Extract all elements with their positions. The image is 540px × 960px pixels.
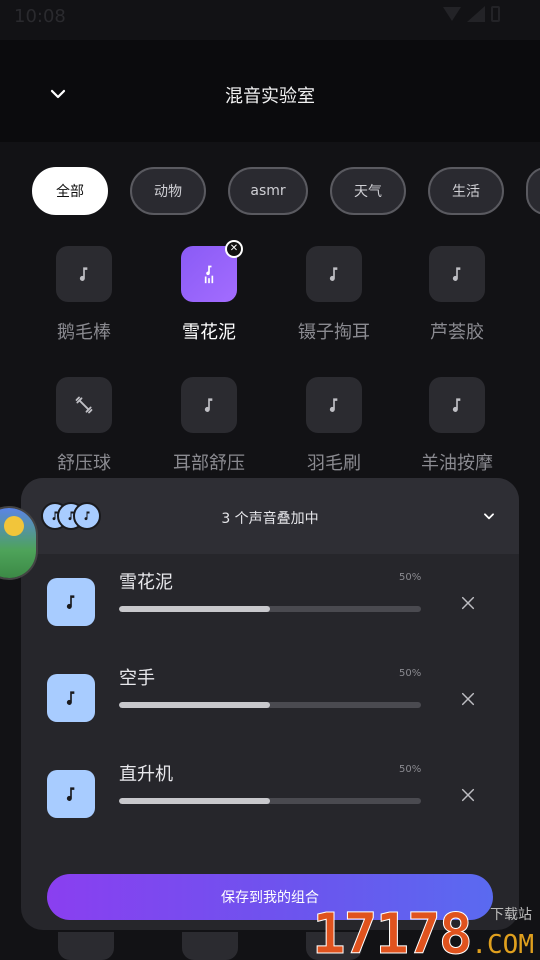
- music-note-icon: [204, 398, 213, 412]
- category-chips: 全部 动物 asmr 天气 生活: [32, 167, 540, 215]
- track-volume-label: 50%: [399, 668, 422, 679]
- sound-label: 镊子掏耳: [298, 322, 370, 343]
- signal-icon: [467, 6, 485, 22]
- sound-item[interactable]: 芦荟胶: [397, 246, 517, 344]
- sun-icon: [4, 516, 24, 536]
- sound-tile[interactable]: [306, 377, 362, 433]
- site-watermark: 17178 下载站 .COM: [302, 900, 534, 960]
- sound-label: 羊油按摩: [421, 453, 493, 474]
- chip-life[interactable]: 生活: [428, 167, 504, 215]
- music-note-icon: [79, 267, 88, 281]
- volume-slider-fill: [119, 798, 270, 804]
- mixer-panel-header[interactable]: 3 个声音叠加中: [21, 478, 519, 554]
- music-note-bars-icon: [204, 265, 214, 284]
- volume-slider[interactable]: [119, 798, 421, 804]
- dumbbell-icon: [75, 396, 93, 414]
- sound-tile[interactable]: [56, 246, 112, 302]
- sound-label: 鹅毛棒: [57, 322, 111, 343]
- watermark-download: 下载站: [490, 907, 532, 923]
- sound-label: 舒压球: [57, 453, 111, 474]
- sound-item[interactable]: 鹅毛棒: [24, 246, 144, 344]
- sound-tile[interactable]: [56, 377, 112, 433]
- sound-tile[interactable]: [429, 377, 485, 433]
- chip-more[interactable]: [526, 167, 540, 215]
- mix-track: 空手 50%: [21, 668, 519, 770]
- track-name: 直升机: [119, 764, 173, 785]
- sound-label: 羽毛刷: [307, 453, 361, 474]
- music-note-icon: [452, 267, 461, 281]
- volume-slider[interactable]: [119, 702, 421, 708]
- track-volume-label: 50%: [399, 764, 422, 775]
- chip-animals[interactable]: 动物: [130, 167, 206, 215]
- chip-weather[interactable]: 天气: [330, 167, 406, 215]
- sound-item[interactable]: 羽毛刷: [274, 377, 394, 475]
- status-icons: [443, 6, 500, 22]
- watermark-number: 17178: [312, 902, 474, 960]
- remove-badge-icon[interactable]: ✕: [225, 240, 243, 258]
- music-note-icon: [452, 398, 461, 412]
- track-volume-label: 50%: [399, 572, 422, 583]
- track-name: 空手: [119, 668, 155, 689]
- wifi-icon: [443, 7, 461, 21]
- sound-label: 耳部舒压: [173, 453, 245, 474]
- close-icon[interactable]: [457, 592, 479, 614]
- close-icon[interactable]: [457, 688, 479, 710]
- battery-icon: [491, 6, 500, 22]
- sound-label: 芦荟胶: [430, 322, 484, 343]
- chip-asmr[interactable]: asmr: [228, 167, 308, 215]
- sound-item[interactable]: 舒压球: [24, 377, 144, 475]
- music-note-icon: [47, 770, 95, 818]
- sound-tile[interactable]: [306, 246, 362, 302]
- volume-slider-fill: [119, 606, 270, 612]
- music-note-icon: [47, 578, 95, 626]
- status-time: 10:08: [14, 6, 66, 27]
- music-note-icon: [329, 398, 338, 412]
- track-name: 雪花泥: [119, 572, 173, 593]
- mix-track: 雪花泥 50%: [21, 572, 519, 674]
- page-title: 混音实验室: [225, 86, 315, 107]
- top-bar: 混音实验室: [0, 40, 540, 142]
- sound-item[interactable]: 镊子掏耳: [274, 246, 394, 344]
- sound-item-selected[interactable]: ✕ 雪花泥: [149, 240, 269, 344]
- sound-tile[interactable]: ✕: [181, 240, 243, 302]
- mixer-title: 3 个声音叠加中: [221, 511, 319, 527]
- sound-tile-peek: [58, 932, 114, 960]
- sound-tile-peek: [182, 932, 238, 960]
- chip-all[interactable]: 全部: [32, 167, 108, 215]
- watermark-domain: .COM: [471, 930, 534, 960]
- chevron-down-icon[interactable]: [479, 506, 499, 526]
- volume-slider[interactable]: [119, 606, 421, 612]
- music-note-icon: [47, 674, 95, 722]
- sound-item[interactable]: 羊油按摩: [397, 377, 517, 475]
- sound-tile[interactable]: [181, 377, 237, 433]
- mixer-panel: 3 个声音叠加中 雪花泥 50% 空手 50% 直升机 50% 保存到我的组合: [21, 478, 519, 930]
- sound-label: 雪花泥: [182, 322, 236, 343]
- mix-lab-screen: 10:08 混音实验室 全部 动物 asmr 天气 生活 鹅毛棒 ✕ 雪花泥 镊…: [0, 0, 540, 960]
- close-icon[interactable]: [457, 784, 479, 806]
- status-bar: 10:08: [0, 0, 540, 36]
- volume-slider-fill: [119, 702, 270, 708]
- mix-track: 直升机 50%: [21, 764, 519, 866]
- sound-item[interactable]: 耳部舒压: [149, 377, 269, 475]
- sound-tile[interactable]: [429, 246, 485, 302]
- music-note-icon: [329, 267, 338, 281]
